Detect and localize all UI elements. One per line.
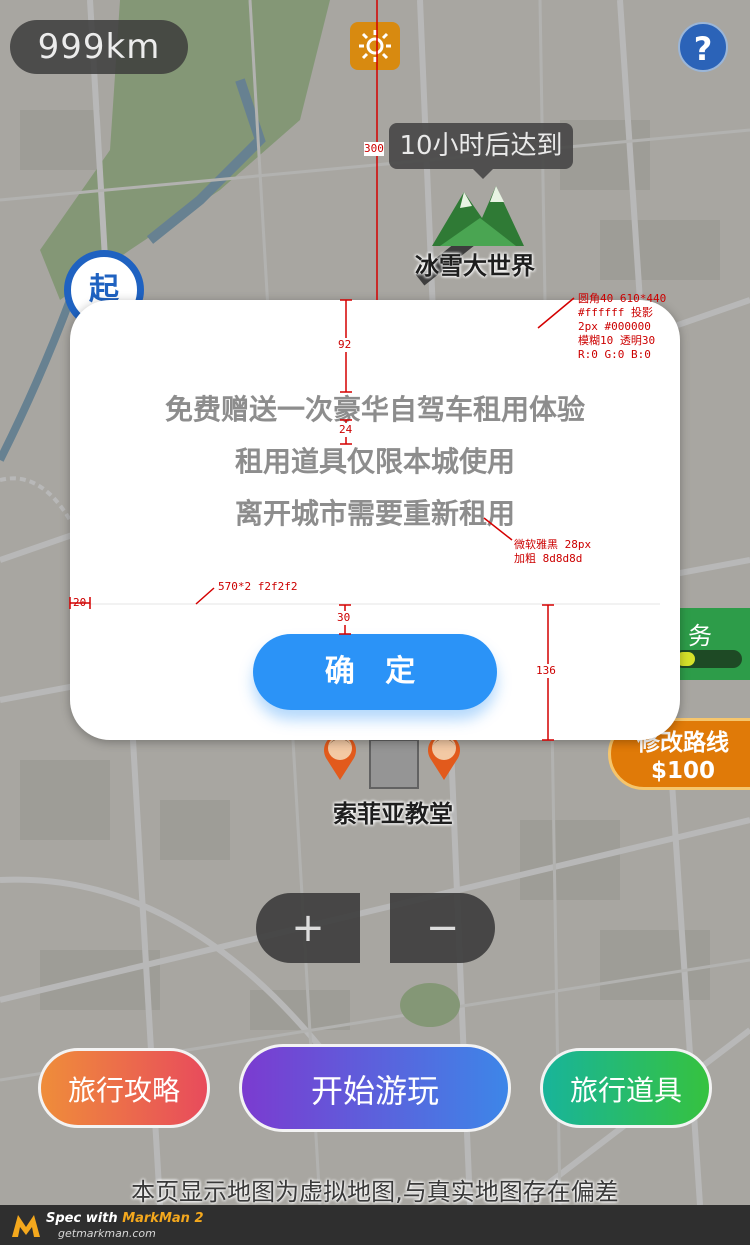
font-spec-line: 加粗 8d8d8d — [514, 552, 583, 565]
landmark-label-sophia-church: 索菲亚教堂 — [333, 800, 453, 828]
modal-spec-line: 模糊10 透明30 — [578, 334, 656, 347]
modal-spec-line: #ffffff 投影 — [578, 306, 653, 319]
font-spec-annotation: 微软雅黑 28px 加粗 8d8d8d — [514, 538, 591, 566]
font-spec-line: 微软雅黑 28px — [514, 538, 592, 551]
map-disclaimer: 本页显示地图为虚拟地图,与真实地图存在偏差 — [131, 1178, 619, 1206]
markman-title: Spec with MarkMan 2 — [46, 1211, 204, 1226]
travel-props-button[interactable]: 旅行道具 — [540, 1048, 712, 1128]
rental-modal: 免费赠送一次豪华自驾车租用体验 租用道具仅限本城使用 离开城市需要重新租用 确 … — [70, 300, 680, 740]
dim-label-92: 92 — [338, 338, 352, 352]
modal-spec-annotation: 圆角40 610*440 #ffffff 投影 2px #000000 模糊10… — [578, 292, 666, 362]
dim-label-24: 24 — [339, 423, 353, 437]
modify-route-price: $100 — [650, 758, 715, 784]
markman-url: getmarkman.com — [58, 1227, 156, 1240]
modal-divider — [90, 603, 660, 605]
distance-badge: 999km — [10, 20, 188, 74]
task-progress-bar — [674, 650, 742, 668]
modal-spec-line: R:0 G:0 B:0 — [578, 348, 651, 361]
question-icon[interactable]: ? — [678, 22, 728, 72]
arrival-tooltip: 10小时后达到 — [389, 123, 573, 179]
mountain-icon[interactable] — [430, 178, 526, 248]
zoom-out-button[interactable]: − — [390, 893, 495, 963]
task-label: 务 — [688, 622, 712, 650]
travel-guide-button[interactable]: 旅行攻略 — [38, 1048, 210, 1128]
start-play-button[interactable]: 开始游玩 — [239, 1044, 511, 1132]
modal-line-1: 免费赠送一次豪华自驾车租用体验 — [164, 393, 585, 426]
markman-brand: MarkMan 2 — [122, 1211, 204, 1226]
modal-spec-line: 圆角40 610*440 — [578, 292, 667, 305]
modal-line-2: 租用道具仅限本城使用 — [234, 445, 515, 478]
dim-label-30: 30 — [337, 611, 351, 625]
zoom-in-button[interactable]: + — [256, 893, 360, 963]
task-panel[interactable]: 务 — [668, 608, 750, 680]
markman-title-prefix: Spec with — [46, 1211, 123, 1226]
dim-label-20: 20 — [73, 596, 87, 609]
sun-icon[interactable] — [350, 22, 400, 70]
markman-logo-icon — [12, 1215, 40, 1237]
confirm-button[interactable]: 确 定 — [253, 634, 497, 710]
modal-line-3: 离开城市需要重新租用 — [234, 497, 515, 530]
modal-spec-line: 2px #000000 — [578, 320, 651, 333]
landmark-label-ice-world: 冰雪大世界 — [415, 252, 535, 280]
markman-footer: Spec with MarkMan 2 getmarkman.com — [0, 1205, 750, 1245]
divider-spec-label: 570*2 f2f2f2 — [218, 580, 298, 593]
dim-label-136: 136 — [536, 664, 556, 678]
dim-label-300: 300 — [364, 142, 384, 156]
